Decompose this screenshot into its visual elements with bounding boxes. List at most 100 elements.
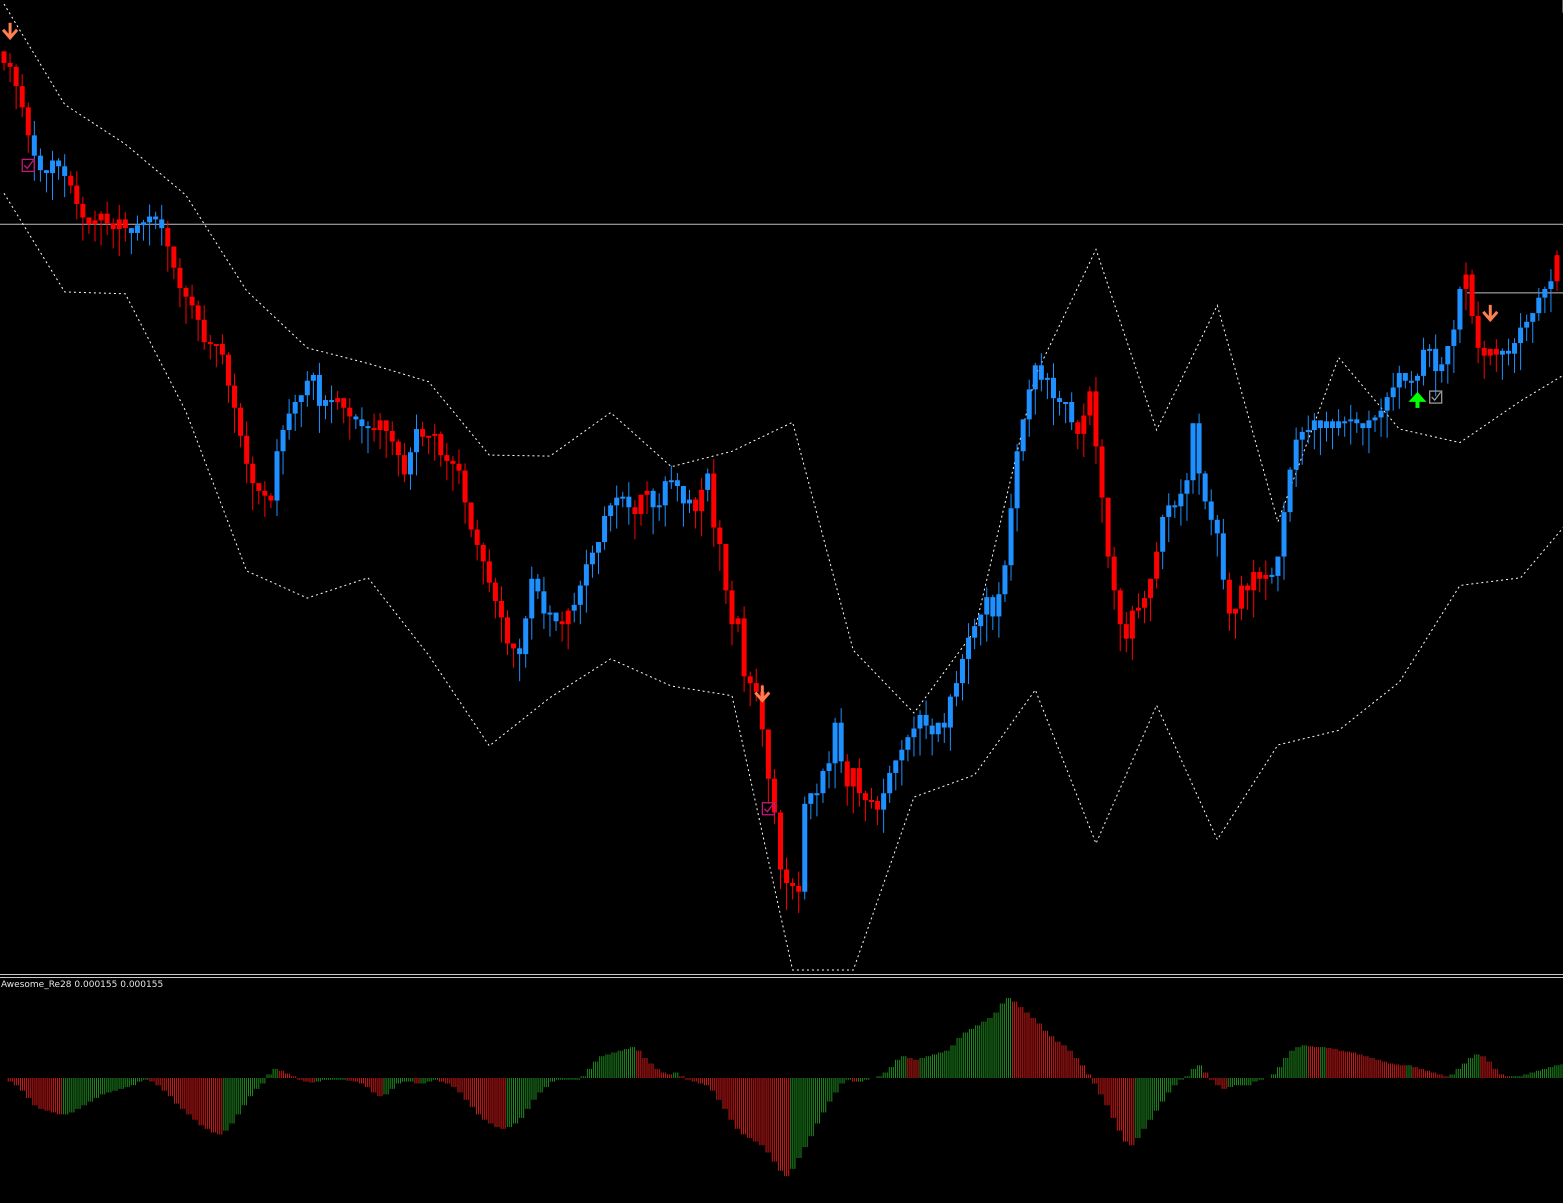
- price-candle: [304, 371, 310, 407]
- price-candle: [547, 605, 553, 637]
- candle-body: [1414, 375, 1420, 381]
- price-candle: [875, 796, 881, 826]
- candle-body: [323, 400, 329, 406]
- price-candle: [1305, 415, 1311, 444]
- price-candle: [171, 246, 177, 280]
- candle-body: [608, 505, 614, 516]
- price-candle: [250, 456, 256, 511]
- price-candle: [1087, 386, 1093, 426]
- candle-body: [966, 637, 972, 659]
- price-candle: [553, 612, 559, 631]
- candle-body: [389, 430, 395, 442]
- candle-body: [1542, 288, 1548, 298]
- candle-body: [644, 490, 650, 495]
- candle-body: [577, 585, 583, 605]
- price-candle: [596, 542, 602, 574]
- candle-body: [1536, 297, 1542, 314]
- price-candle: [1178, 479, 1184, 526]
- price-candle: [292, 394, 298, 431]
- price-candle: [838, 708, 844, 773]
- candle-body: [717, 527, 723, 544]
- price-candle: [207, 334, 213, 360]
- candle-body: [171, 246, 177, 268]
- candle-body: [1433, 348, 1439, 372]
- price-candle: [262, 481, 268, 517]
- price-chart[interactable]: [0, 0, 1563, 974]
- candle-body: [1263, 574, 1269, 579]
- candle-body: [862, 793, 868, 800]
- candle-body: [1372, 417, 1378, 421]
- candle-body: [80, 203, 86, 218]
- oscillator-chart[interactable]: [0, 978, 1563, 1203]
- candle-body: [1505, 350, 1511, 354]
- candle-body: [1269, 574, 1275, 577]
- candle-body: [796, 885, 802, 892]
- price-candle: [850, 768, 856, 814]
- price-candle: [134, 215, 140, 241]
- candle-body: [50, 160, 56, 174]
- price-candle: [1081, 403, 1087, 458]
- price-candle: [1354, 412, 1360, 433]
- price-candle: [790, 878, 796, 900]
- price-candle: [747, 671, 753, 707]
- sell-arrow-icon[interactable]: [1, 22, 19, 41]
- price-candle: [820, 768, 826, 803]
- price-candle: [893, 760, 899, 791]
- candle-body: [668, 480, 674, 483]
- candle-body: [498, 600, 504, 618]
- price-candle: [1499, 348, 1505, 380]
- price-candle: [1366, 410, 1372, 454]
- price-candle: [1524, 314, 1530, 342]
- candle-body: [1342, 421, 1348, 424]
- candle-body: [1044, 377, 1050, 380]
- candle-body: [850, 768, 856, 787]
- price-candle: [1469, 269, 1475, 324]
- price-candle: [335, 390, 341, 410]
- candle-body: [329, 400, 335, 403]
- price-candle: [1214, 515, 1220, 557]
- candle-body: [450, 460, 456, 464]
- candle-body: [74, 185, 80, 204]
- pane-separator[interactable]: [0, 974, 1563, 975]
- candle-body: [1257, 572, 1263, 579]
- check-sell-icon[interactable]: [21, 158, 35, 173]
- candle-body: [1275, 556, 1281, 576]
- sell-arrow-icon[interactable]: [1482, 304, 1499, 323]
- candle-body: [589, 552, 595, 565]
- candle-body: [1518, 327, 1524, 344]
- price-candle: [1287, 467, 1293, 522]
- candle-body: [541, 591, 547, 614]
- price-candle: [159, 204, 165, 246]
- candle-body: [213, 344, 219, 347]
- price-candle: [1050, 363, 1056, 426]
- candle-body: [778, 812, 783, 870]
- candle-body: [1427, 348, 1433, 351]
- price-candle: [316, 362, 322, 433]
- price-candle: [1542, 286, 1548, 314]
- price-candle: [941, 713, 947, 743]
- candle-body: [426, 435, 432, 438]
- price-candle: [177, 258, 183, 308]
- price-candle: [1117, 587, 1123, 652]
- price-candle: [1311, 413, 1317, 450]
- price-candle: [996, 582, 1002, 638]
- candle-body: [838, 722, 844, 762]
- candle-body: [1439, 364, 1445, 372]
- price-candle: [1275, 556, 1281, 592]
- candle-body: [1305, 430, 1311, 433]
- candle-body: [602, 515, 608, 543]
- candle-body: [68, 175, 74, 186]
- price-candle: [353, 414, 359, 430]
- candle-body: [1469, 274, 1475, 317]
- candle-body: [128, 228, 134, 233]
- candle-body: [1299, 431, 1305, 440]
- candle-body: [1135, 607, 1141, 611]
- price-candle: [1384, 392, 1390, 438]
- candle-body: [1178, 493, 1184, 507]
- price-candle: [50, 150, 56, 201]
- price-candle: [1475, 301, 1481, 364]
- candle-body: [735, 618, 741, 625]
- candle-body: [741, 618, 747, 677]
- price-candle: [1336, 409, 1342, 436]
- price-candle: [729, 580, 735, 646]
